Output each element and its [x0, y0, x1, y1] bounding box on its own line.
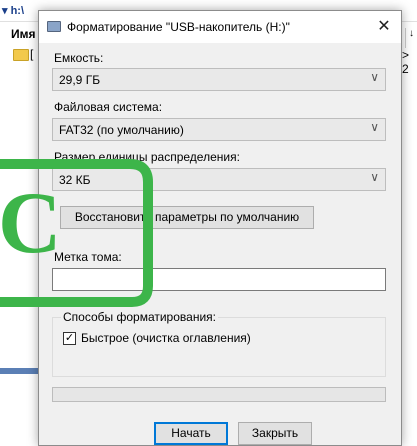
- column-header-name[interactable]: Имя: [11, 27, 36, 41]
- format-progress-bar: [52, 387, 386, 402]
- format-dialog: Форматирование "USB-накопитель (H:)" ✕ Е…: [38, 10, 402, 446]
- explorer-path: ▾ h:\: [2, 5, 25, 17]
- scroll-down-icon[interactable]: ↓: [405, 28, 417, 48]
- folder-item-label[interactable]: [: [30, 47, 33, 61]
- start-button[interactable]: Начать: [154, 422, 228, 445]
- selection-strip: [0, 368, 40, 374]
- close-button[interactable]: Закрыть: [238, 422, 312, 445]
- dialog-titlebar: Форматирование "USB-накопитель (H:)" ✕: [39, 11, 401, 43]
- drive-icon: [47, 21, 61, 32]
- cluster-size-select[interactable]: 32 КБ ∨: [52, 168, 386, 191]
- filesystem-label: Файловая система:: [54, 100, 163, 114]
- quick-format-checkbox[interactable]: ✓: [63, 332, 76, 345]
- format-options-group: Способы форматирования: ✓ Быстрое (очист…: [52, 310, 386, 377]
- filesystem-select[interactable]: FAT32 (по умолчанию) ∨: [52, 118, 386, 141]
- breadcrumb-fragment: > 2: [402, 48, 410, 76]
- volume-label-input[interactable]: [52, 268, 386, 291]
- cluster-size-label: Размер единицы распределения:: [54, 150, 240, 164]
- capacity-value: 29,9 ГБ: [59, 73, 101, 87]
- capacity-select[interactable]: 29,9 ГБ ∨: [52, 68, 386, 91]
- restore-defaults-button[interactable]: Восстановить параметры по умолчанию: [60, 206, 314, 229]
- dialog-title: Форматирование "USB-накопитель (H:)": [67, 20, 290, 34]
- capacity-label: Емкость:: [54, 51, 104, 65]
- quick-format-label[interactable]: Быстрое (очистка оглавления): [81, 331, 251, 345]
- close-icon[interactable]: ✕: [369, 13, 399, 41]
- volume-label-label: Метка тома:: [54, 250, 122, 264]
- format-options-title: Способы форматирования:: [61, 310, 218, 324]
- cluster-size-value: 32 КБ: [59, 173, 91, 187]
- folder-icon: [13, 49, 29, 61]
- filesystem-value: FAT32 (по умолчанию): [59, 123, 184, 137]
- chevron-down-icon: ∨: [370, 70, 379, 84]
- chevron-down-icon: ∨: [370, 170, 379, 184]
- chevron-down-icon: ∨: [370, 120, 379, 134]
